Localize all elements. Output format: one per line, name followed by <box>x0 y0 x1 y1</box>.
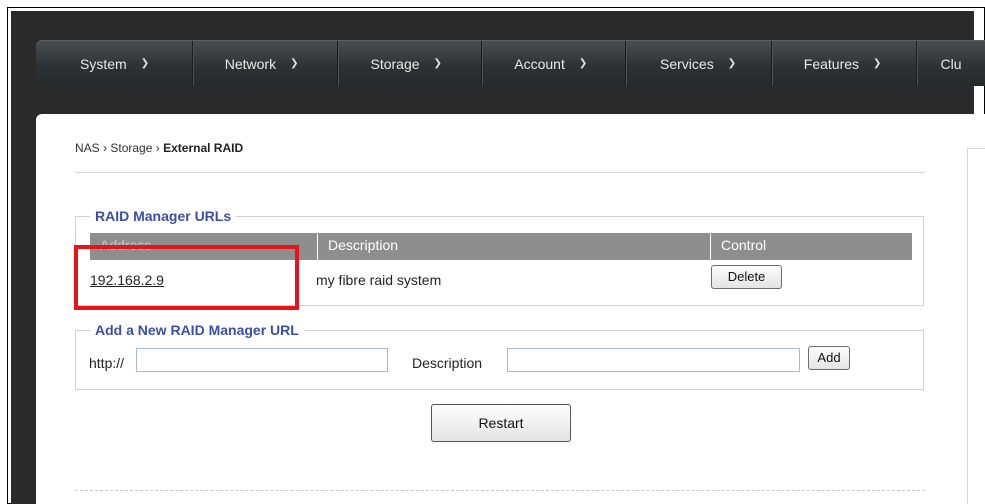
nav-cluster[interactable]: Clu <box>917 41 985 86</box>
chevron-down-icon: ❯ <box>290 58 299 69</box>
chevron-down-icon: ❯ <box>727 58 737 69</box>
nav-features-label: Features <box>803 55 860 72</box>
nav-services-label: Services <box>660 55 714 72</box>
column-control: Control <box>710 233 912 260</box>
nav-account-label: Account <box>514 55 565 72</box>
add-button[interactable]: Add <box>808 346 850 370</box>
add-url-legend: Add a New RAID Manager URL <box>90 322 304 338</box>
nav-cluster-label: Clu <box>940 55 962 72</box>
raid-urls-legend: RAID Manager URLs <box>90 208 237 224</box>
chevron-down-icon: ❯ <box>578 58 588 69</box>
chevron-down-icon: ❯ <box>433 58 442 69</box>
http-label: http:// <box>89 355 125 371</box>
nav-account[interactable]: Account ❯ <box>482 41 627 86</box>
nav-system-label: System <box>80 55 127 72</box>
column-description: Description <box>317 233 710 260</box>
chevron-down-icon: ❯ <box>140 58 150 69</box>
nav-network[interactable]: Network ❯ <box>193 41 339 86</box>
breadcrumb-separator: › <box>103 141 108 155</box>
breadcrumb-section[interactable]: Storage <box>110 141 152 155</box>
restart-button[interactable]: Restart <box>431 404 571 442</box>
chevron-down-icon: ❯ <box>873 58 882 69</box>
url-input[interactable] <box>136 348 388 372</box>
breadcrumb-separator: › <box>155 141 160 155</box>
nav-storage-label: Storage <box>370 55 420 72</box>
nav-network-label: Network <box>224 55 277 72</box>
nav-storage[interactable]: Storage ❯ <box>338 41 483 86</box>
nav-features[interactable]: Features ❯ <box>772 41 917 86</box>
breadcrumb: NAS › Storage › External RAID <box>75 141 243 155</box>
description-input[interactable] <box>507 348 800 372</box>
delete-button[interactable]: Delete <box>711 265 782 289</box>
breadcrumb-root[interactable]: NAS <box>75 141 100 155</box>
main-nav: System ❯ Network ❯ Storage ❯ Account ❯ S… <box>36 40 985 86</box>
dashed-divider <box>75 490 925 491</box>
highlight-box <box>74 245 299 310</box>
side-panel <box>967 148 985 504</box>
breadcrumb-current: External RAID <box>163 141 244 155</box>
nav-services[interactable]: Services ❯ <box>626 41 772 86</box>
description-label: Description <box>412 355 483 371</box>
divider <box>75 172 925 173</box>
raid-description-cell: my fibre raid system <box>316 272 442 288</box>
nav-system[interactable]: System ❯ <box>36 41 193 86</box>
